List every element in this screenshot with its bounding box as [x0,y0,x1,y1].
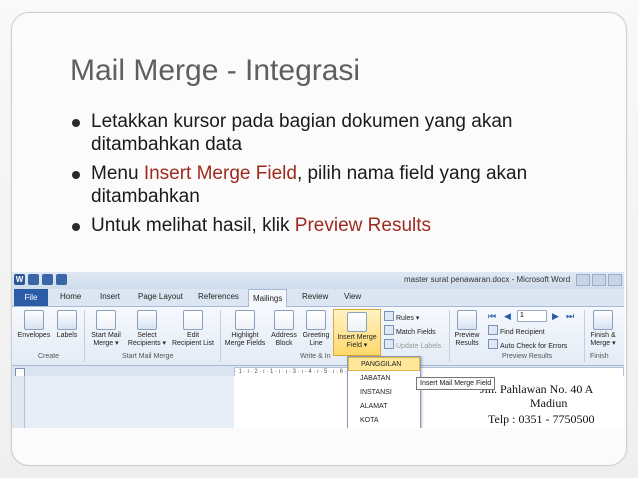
document-line: Madiun [530,396,568,410]
highlight-merge-fields-button[interactable]: Highlight Merge Fields [222,310,268,348]
auto-check-errors-button[interactable]: Auto Check for Errors [488,339,567,350]
document-line: Telp : 0351 - 7750500 [488,412,595,426]
group-label-start-mail-merge: Start Mail Merge [122,353,174,360]
envelopes-button[interactable]: Envelopes [16,310,52,340]
tab-references[interactable]: References [198,292,239,301]
tab-review[interactable]: Review [302,292,328,301]
merge-field-icon [347,312,367,332]
start-mail-merge-button[interactable]: Start Mail Merge ▾ [86,310,126,348]
rules-button[interactable]: Rules ▾ [384,311,419,322]
window-controls [576,274,622,286]
envelope-icon [24,310,44,330]
bullet-dot-icon [72,119,80,127]
group-separator [449,310,450,362]
group-separator [84,310,85,362]
quick-access-toolbar: W [14,274,67,285]
greeting-line-icon [306,310,326,330]
bullet-item: Letakkan kursor pada bagian dokumen yang… [70,110,580,156]
tab-mailings[interactable]: Mailings [248,289,288,307]
minimize-icon[interactable] [576,274,590,286]
slide-title: Mail Merge - Integrasi [70,54,361,87]
save-icon[interactable] [28,274,39,285]
next-record-icon[interactable]: ▶ [552,311,559,322]
auto-check-icon [488,339,498,349]
bullet-list: Letakkan kursor pada bagian dokumen yang… [70,110,580,243]
group-label-write-insert: Write & In [300,353,331,360]
bullet-dot-icon [72,223,80,231]
bullet-highlight: Insert Merge Field [143,163,297,184]
tab-file[interactable]: File [14,289,48,306]
labels-button[interactable]: Labels [54,310,80,340]
edit-recipient-list-button[interactable]: Edit Recipient List [170,310,216,348]
rules-icon [384,311,394,321]
previous-record-icon[interactable]: ◀ [504,311,511,322]
preview-results-icon [457,310,477,330]
dropdown-item-instansi[interactable]: INSTANSI [348,386,420,400]
address-block-button[interactable]: Address Block [269,310,299,348]
bullet-dot-icon [72,171,80,179]
highlight-icon [235,310,255,330]
group-separator [584,310,585,362]
dropdown-item-kota[interactable]: KOTA [348,414,420,428]
match-fields-button[interactable]: Match Fields [384,325,436,336]
first-record-icon[interactable]: ⏮ [488,311,496,322]
tab-home[interactable]: Home [60,292,81,301]
dropdown-item-jabatan[interactable]: JABATAN [348,372,420,386]
record-number-input[interactable]: 1 [517,310,547,322]
ruler: · 1 · ı · 2 · ı · 1 · ı · ı · 3 · ı · 4 … [12,366,624,377]
dropdown-item-panggilan[interactable]: PANGGILAN [348,357,420,371]
tab-page-layout[interactable]: Page Layout [138,292,183,301]
group-label-preview-results: Preview Results [502,353,553,360]
update-labels-icon [384,339,394,349]
word-logo-icon: W [14,274,25,285]
insert-merge-field-button[interactable]: Insert Merge Field ▾ [333,309,381,356]
preview-results-button[interactable]: Preview Results [452,310,482,348]
vertical-ruler [12,376,25,428]
bullet-highlight: Preview Results [294,215,432,236]
slide: Mail Merge - Integrasi Letakkan kursor p… [0,0,638,478]
word-titlebar: W master surat penawaran.docx - Microsof… [12,272,624,289]
edit-list-icon [183,310,203,330]
greeting-line-button[interactable]: Greeting Line [300,310,332,348]
merge-field-dropdown: PANGGILAN JABATAN INSTANSI ALAMAT KOTA [347,356,421,428]
group-label-create: Create [38,353,60,360]
tab-view[interactable]: View [344,292,361,301]
ribbon-tabs: File Home Insert Page Layout References … [12,289,624,307]
address-block-icon [274,310,294,330]
document-icon [96,310,116,330]
window-title: master surat penawaran.docx - Microsoft … [404,275,571,284]
last-record-icon[interactable]: ⏭ [566,311,574,322]
finish-merge-icon [593,310,613,330]
match-fields-icon [384,325,394,335]
tooltip: Insert Mail Merge Field [416,377,496,390]
labels-icon [57,310,77,330]
document-line: Jln. Pahlawan No. 40 A [480,382,594,396]
select-recipients-button[interactable]: Select Recipients ▾ [126,310,168,348]
word-screenshot: W master surat penawaran.docx - Microsof… [12,272,624,428]
update-labels-button[interactable]: Update Labels [384,339,441,350]
dropdown-item-alamat[interactable]: ALAMAT [348,400,420,414]
tab-insert[interactable]: Insert [100,292,120,301]
bullet-item: Untuk melihat hasil, klik Preview Result… [70,214,580,237]
close-icon[interactable] [608,274,622,286]
find-recipient-button[interactable]: Find Recipient [488,325,545,336]
bullet-text: Letakkan kursor pada bagian dokumen yang… [91,111,513,155]
maximize-icon[interactable] [592,274,606,286]
print-icon[interactable] [56,274,67,285]
undo-icon[interactable] [42,274,53,285]
bullet-text: Untuk melihat hasil, klik [91,215,295,236]
group-label-finish: Finish [590,353,609,360]
recipients-icon [137,310,157,330]
find-recipient-icon [488,325,498,335]
bullet-text: Menu [91,163,144,184]
group-separator [220,310,221,362]
finish-merge-button[interactable]: Finish & Merge ▾ [586,310,620,348]
bullet-item: Menu Insert Merge Field, pilih nama fiel… [70,162,580,208]
